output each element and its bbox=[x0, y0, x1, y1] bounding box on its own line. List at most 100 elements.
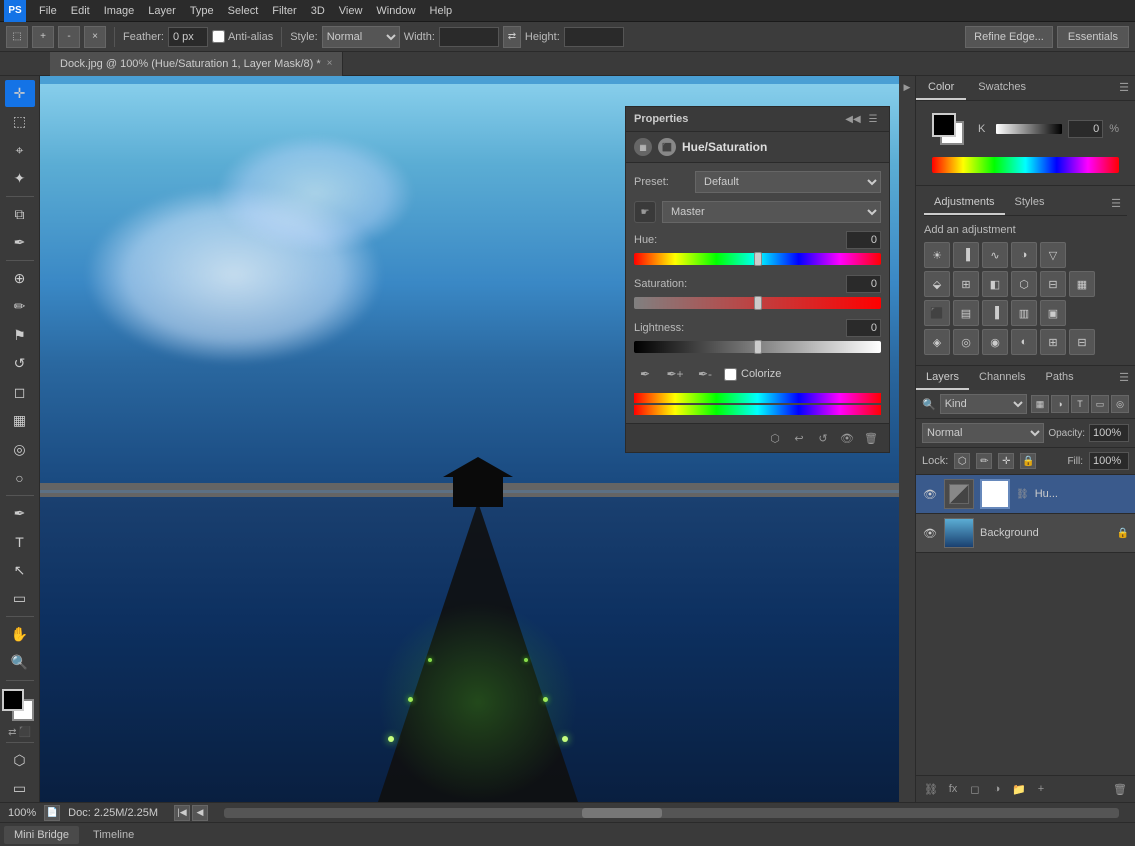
adj-icon-r1[interactable]: ◈ bbox=[924, 329, 950, 355]
properties-expand-btn[interactable]: ◀◀ bbox=[845, 111, 861, 127]
adj-photofilter-icon[interactable]: ⬡ bbox=[1011, 271, 1037, 297]
lasso-tool[interactable]: ⌖ bbox=[5, 137, 35, 164]
color-spectrum-bar[interactable] bbox=[932, 157, 1119, 173]
adj-posterize-icon[interactable]: ▤ bbox=[953, 300, 979, 326]
eyedropper-tool[interactable]: ✒ bbox=[5, 230, 35, 257]
menu-view[interactable]: View bbox=[332, 3, 370, 19]
adj-selectivecolor-icon[interactable]: ▣ bbox=[1040, 300, 1066, 326]
layer-eye-husat[interactable]: 👁 bbox=[922, 486, 938, 502]
adj-exposure-icon[interactable]: ◑ bbox=[1011, 242, 1037, 268]
adj-hsl-icon[interactable]: ⬙ bbox=[924, 271, 950, 297]
layers-group-btn[interactable]: 📁 bbox=[1010, 780, 1028, 798]
layers-link-btn[interactable]: ⛓ bbox=[922, 780, 940, 798]
tab-paths[interactable]: Paths bbox=[1036, 366, 1084, 390]
quick-mask-btn[interactable]: ⬡ bbox=[5, 747, 35, 774]
move-tool[interactable]: ✛ bbox=[5, 80, 35, 107]
selection-sub-btn[interactable]: - bbox=[58, 26, 80, 48]
lock-transparent-icon[interactable]: ⬡ bbox=[954, 453, 970, 469]
hue-slider-track[interactable] bbox=[634, 253, 881, 265]
select-tool[interactable]: ⬚ bbox=[5, 109, 35, 136]
document-tab[interactable]: Dock.jpg @ 100% (Hue/Saturation 1, Layer… bbox=[50, 52, 343, 76]
tab-mini-bridge[interactable]: Mini Bridge bbox=[4, 826, 79, 844]
document-tab-close[interactable]: × bbox=[327, 58, 333, 69]
scroll-thumb[interactable] bbox=[582, 808, 662, 818]
layer-item-husat[interactable]: 👁 ⛓ Hu... bbox=[916, 475, 1135, 514]
feather-input[interactable] bbox=[168, 27, 208, 47]
saturation-thumb[interactable] bbox=[754, 296, 762, 310]
menu-help[interactable]: Help bbox=[423, 3, 460, 19]
adj-icon-r4[interactable]: ◐ bbox=[1011, 329, 1037, 355]
channel-hand-icon[interactable]: ☛ bbox=[634, 201, 656, 223]
adj-gradientmap-icon[interactable]: ▥ bbox=[1011, 300, 1037, 326]
layers-new-btn[interactable]: + bbox=[1032, 780, 1050, 798]
refine-edge-btn[interactable]: Refine Edge... bbox=[965, 26, 1053, 48]
hue-value-input[interactable] bbox=[846, 231, 881, 249]
default-colors-icon[interactable]: ⬛ bbox=[18, 727, 30, 738]
visibility-btn[interactable]: 👁 bbox=[837, 428, 857, 448]
tab-color[interactable]: Color bbox=[916, 76, 966, 100]
k-slider[interactable] bbox=[996, 124, 1062, 134]
status-nav-start[interactable]: |◀ bbox=[174, 805, 190, 821]
menu-file[interactable]: File bbox=[32, 3, 64, 19]
eraser-tool[interactable]: ◻ bbox=[5, 379, 35, 406]
menu-layer[interactable]: Layer bbox=[141, 3, 183, 19]
selection-intersect-btn[interactable]: × bbox=[84, 26, 106, 48]
crop-tool[interactable]: ⧉ bbox=[5, 201, 35, 228]
filter-shape-icon[interactable]: ▭ bbox=[1091, 395, 1109, 413]
foreground-color-box[interactable] bbox=[2, 689, 24, 711]
adj-colorbalance-icon[interactable]: ⊞ bbox=[953, 271, 979, 297]
k-value-input[interactable] bbox=[1068, 120, 1103, 138]
saturation-slider-track[interactable] bbox=[634, 297, 881, 309]
layers-mask-btn[interactable]: ◻ bbox=[966, 780, 984, 798]
hand-tool[interactable]: ✋ bbox=[5, 621, 35, 648]
layers-panel-menu[interactable]: ☰ bbox=[1113, 366, 1135, 390]
adj-invert-icon[interactable]: ⬛ bbox=[924, 300, 950, 326]
adjustments-panel-menu[interactable]: ☰ bbox=[1105, 192, 1127, 215]
tab-layers[interactable]: Layers bbox=[916, 366, 969, 390]
clip-mask-btn[interactable]: ⬡ bbox=[765, 428, 785, 448]
tab-channels[interactable]: Channels bbox=[969, 366, 1035, 390]
tab-timeline[interactable]: Timeline bbox=[83, 826, 144, 844]
style-select[interactable]: Normal Fixed Ratio Fixed Size bbox=[322, 26, 400, 48]
filter-text-icon[interactable]: T bbox=[1071, 395, 1089, 413]
stamp-tool[interactable]: ⚑ bbox=[5, 322, 35, 349]
zoom-tool[interactable]: 🔍 bbox=[5, 650, 35, 677]
adj-brightness-icon[interactable]: ☀ bbox=[924, 242, 950, 268]
lightness-thumb[interactable] bbox=[754, 340, 762, 354]
history-brush-tool[interactable]: ↺ bbox=[5, 351, 35, 378]
fg-color-preview[interactable] bbox=[932, 113, 956, 137]
eyedropper-add-btn[interactable]: ✒+ bbox=[664, 363, 686, 385]
canvas-area[interactable]: Properties ◀◀ ☰ ▦ ⬛ Hue/Saturation bbox=[40, 76, 915, 802]
screen-mode-btn[interactable]: ▭ bbox=[5, 775, 35, 802]
blend-mode-select[interactable]: Normal Multiply Screen Overlay bbox=[922, 423, 1044, 443]
tab-swatches[interactable]: Swatches bbox=[966, 76, 1038, 100]
lock-position-icon[interactable]: ✛ bbox=[998, 453, 1014, 469]
menu-type[interactable]: Type bbox=[183, 3, 221, 19]
menu-select[interactable]: Select bbox=[221, 3, 266, 19]
scroll-bar[interactable] bbox=[224, 808, 1119, 818]
lock-image-icon[interactable]: ✏ bbox=[976, 453, 992, 469]
adj-icon-r6[interactable]: ⊟ bbox=[1069, 329, 1095, 355]
layers-delete-btn[interactable]: 🗑 bbox=[1111, 780, 1129, 798]
pen-tool[interactable]: ✒ bbox=[5, 500, 35, 527]
status-nav-prev[interactable]: ◀ bbox=[192, 805, 208, 821]
lightness-value-input[interactable] bbox=[846, 319, 881, 337]
dodge-tool[interactable]: ○ bbox=[5, 465, 35, 492]
preset-select[interactable]: Default bbox=[695, 171, 881, 193]
menu-edit[interactable]: Edit bbox=[64, 3, 97, 19]
adj-colormatch-icon[interactable]: ▦ bbox=[1069, 271, 1095, 297]
adj-levels-icon[interactable]: ▐ bbox=[953, 242, 979, 268]
reset-btn[interactable]: ↺ bbox=[813, 428, 833, 448]
kind-select[interactable]: Kind bbox=[940, 394, 1027, 414]
delete-btn[interactable]: 🗑 bbox=[861, 428, 881, 448]
selection-rect-btn[interactable]: ⬚ bbox=[6, 26, 28, 48]
filter-smart-icon[interactable]: ◎ bbox=[1111, 395, 1129, 413]
adj-icon-r3[interactable]: ◉ bbox=[982, 329, 1008, 355]
gradient-tool[interactable]: ▦ bbox=[5, 408, 35, 435]
layers-adj-btn[interactable]: ◑ bbox=[988, 780, 1006, 798]
tab-styles[interactable]: Styles bbox=[1005, 192, 1055, 215]
right-mini-btn-1[interactable]: ▶ bbox=[900, 80, 914, 94]
filter-adj-icon[interactable]: ◑ bbox=[1051, 395, 1069, 413]
color-panel-menu[interactable]: ☰ bbox=[1113, 76, 1135, 100]
height-input[interactable] bbox=[564, 27, 624, 47]
